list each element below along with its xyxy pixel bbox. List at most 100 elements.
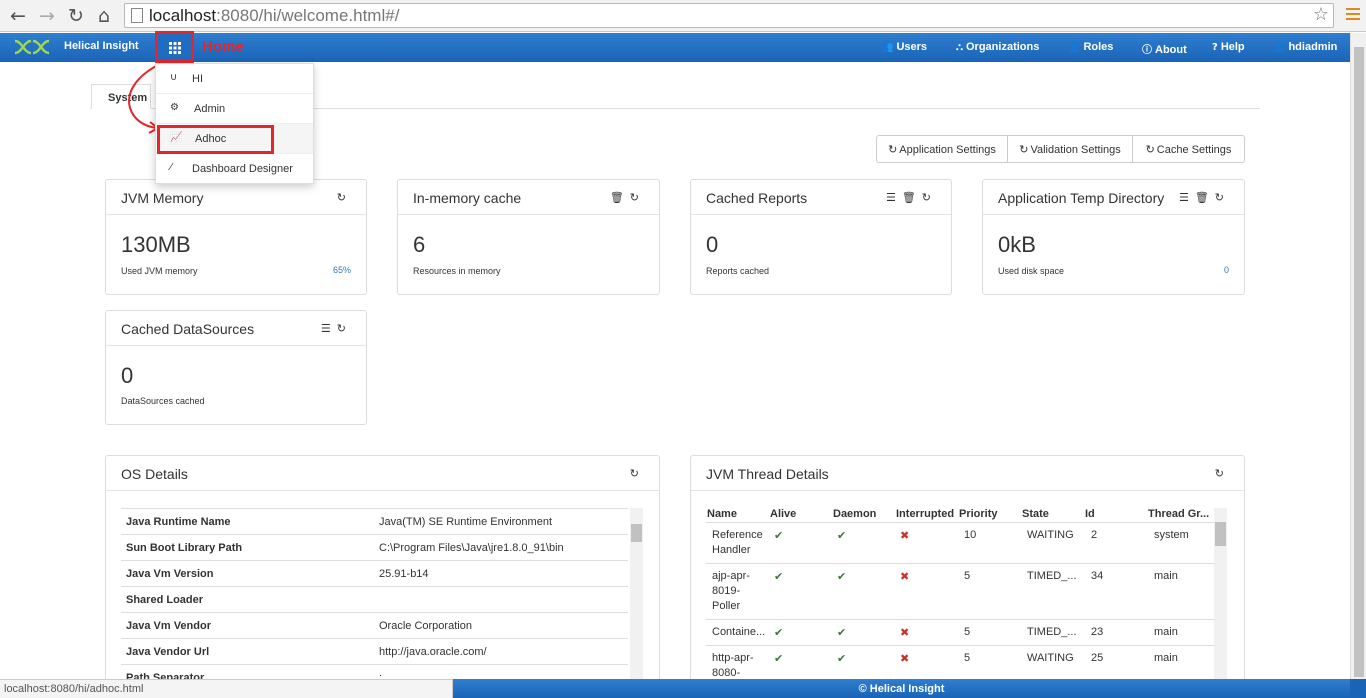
os-key: Java Runtime Name — [126, 516, 231, 528]
table-row: Shared Loader — [121, 586, 628, 612]
cross-icon: ✖ — [900, 652, 910, 665]
home-annotation: Home — [202, 38, 244, 55]
os-value: C:\Program Files\Java\jre1.8.0_91\bin — [379, 542, 564, 554]
refresh-icon[interactable]: ↻ — [1215, 191, 1230, 204]
app-navbar: Helical Insight Home 👥 Users ⛬ Organizatio… — [0, 31, 1350, 63]
refresh-icon[interactable]: ↻ — [1215, 467, 1230, 480]
table-row: Reference Handler ✔ ✔ ✖ 10 WAITING 2 system — [706, 522, 1214, 563]
refresh-icon[interactable]: ↻ — [922, 191, 937, 204]
temp-count: 0 — [1223, 265, 1229, 275]
table-row: Containe... ✔ ✔ ✖ 5 TIMED_... 23 main — [706, 619, 1214, 645]
menu-item-hi[interactable]: ∪ HI — [156, 64, 313, 94]
jvm-thread-panel: JVM Thread Details ↻ Name Alive Daemon I… — [690, 455, 1245, 695]
thread-name: ajp-apr-8019-Poller — [712, 570, 750, 612]
info-icon: ⓘ — [1142, 45, 1152, 56]
thread-group: main — [1154, 626, 1178, 638]
sitemap-icon: ⛬ — [956, 42, 963, 53]
menu-item-dashboard-designer[interactable]: ⁄ Dashboard Designer — [156, 154, 313, 184]
apps-menu-button[interactable] — [155, 31, 194, 63]
panel-caption: Used disk space — [998, 266, 1065, 276]
refresh-icon[interactable]: ↻ — [337, 191, 352, 204]
col-id[interactable]: Id — [1085, 508, 1095, 520]
trash-icon[interactable]: 🗑 — [610, 191, 630, 204]
panel-title: Cached Reports — [706, 190, 808, 206]
cached-reports-panel: Cached Reports ☰🗑↻ 0 Reports cached — [690, 179, 952, 295]
thread-priority: 5 — [964, 652, 971, 664]
reload-icon[interactable]: ↻ — [64, 4, 88, 28]
check-icon: ✔ — [837, 626, 847, 639]
cross-icon: ✖ — [900, 570, 910, 583]
refresh-icon[interactable]: ↻ — [337, 322, 352, 335]
list-icon[interactable]: ☰ — [886, 191, 902, 204]
col-daemon[interactable]: Daemon — [833, 508, 876, 520]
footer-corner — [1350, 679, 1366, 698]
magnet-icon: ∪ — [170, 72, 178, 83]
users-icon: 👥 — [881, 42, 894, 53]
temp-directory-panel: Application Temp Directory ☰🗑↻ 0kB Used … — [982, 179, 1245, 295]
table-row: Java Vm Vendor Oracle Corporation — [121, 612, 628, 638]
cogs-icon: ⚙ — [170, 102, 179, 113]
thread-state: WAITING — [1027, 529, 1074, 541]
thread-table-scrollbar[interactable] — [1214, 508, 1227, 694]
col-interrupted[interactable]: Interrupted — [896, 508, 954, 520]
trash-icon[interactable]: 🗑 — [1195, 191, 1215, 204]
cache-settings-button[interactable]: ↻ Cache Settings — [1133, 136, 1244, 162]
os-table-scrollbar[interactable] — [630, 508, 643, 694]
home-icon[interactable]: ⌂ — [92, 4, 116, 28]
col-alive[interactable]: Alive — [770, 508, 796, 520]
panel-title: In-memory cache — [413, 190, 522, 206]
browser-menu-icon[interactable] — [1346, 8, 1360, 23]
panel-title: Cached DataSources — [121, 321, 255, 337]
panel-title: OS Details — [121, 466, 188, 482]
panel-title: JVM Thread Details — [706, 466, 829, 482]
table-row: ajp-apr-8019-Poller ✔ ✔ ✖ 5 TIMED_... 34 main — [706, 563, 1214, 619]
forward-arrow-icon[interactable]: → — [35, 4, 59, 28]
os-value: 25.91-b14 — [379, 568, 429, 580]
address-bar[interactable]: localhost:8080/hi/welcome.html#/ ☆ — [124, 3, 1334, 28]
nav-roles[interactable]: 👤 Roles — [1068, 41, 1113, 53]
url-text: localhost:8080/hi/welcome.html#/ — [149, 6, 400, 25]
refresh-icon[interactable]: ↻ — [630, 467, 645, 480]
application-settings-button[interactable]: ↻ Application Settings — [877, 136, 1008, 162]
col-state[interactable]: State — [1022, 508, 1049, 520]
thread-name: http-apr-8080- — [712, 652, 754, 679]
page-scrollbar[interactable] — [1350, 33, 1366, 679]
menu-item-admin[interactable]: ⚙ Admin — [156, 94, 313, 124]
thread-id: 2 — [1091, 529, 1098, 541]
thread-group: main — [1154, 570, 1178, 582]
col-name[interactable]: Name — [707, 508, 737, 520]
check-icon: ✔ — [774, 652, 784, 665]
nav-about[interactable]: ⓘ About — [1142, 41, 1187, 56]
grid-icon — [169, 42, 181, 54]
check-icon: ✔ — [837, 652, 847, 665]
panel-caption: Resources in memory — [413, 266, 501, 276]
refresh-icon: ↻ — [888, 143, 898, 156]
bookmark-star-icon[interactable]: ☆ — [1313, 4, 1329, 25]
thread-table: Name Alive Daemon Interrupted Priority S… — [706, 508, 1214, 694]
nav-user[interactable]: 👤 hdiadmin — [1273, 41, 1337, 53]
page-icon — [131, 8, 143, 23]
list-icon[interactable]: ☰ — [1179, 191, 1195, 204]
check-icon: ✔ — [837, 529, 847, 542]
refresh-icon[interactable]: ↻ — [630, 191, 645, 204]
os-key: Shared Loader — [126, 594, 204, 606]
user-plus-icon: 👤 — [1068, 42, 1081, 53]
back-arrow-icon[interactable]: ← — [6, 4, 30, 28]
thread-name: Containe... — [712, 626, 766, 638]
col-thread-group[interactable]: Thread Gr... — [1148, 508, 1209, 520]
os-key: Sun Boot Library Path — [126, 542, 243, 554]
panel-value: 130MB — [121, 232, 191, 257]
thread-group: main — [1154, 652, 1178, 664]
brand-name[interactable]: Helical Insight — [64, 40, 139, 52]
nav-help[interactable]: ? Help — [1212, 41, 1245, 53]
settings-button-group: ↻ Application Settings ↻ Validation Settin… — [876, 135, 1245, 163]
thread-priority: 10 — [964, 529, 977, 541]
nav-users[interactable]: 👥 Users — [881, 41, 927, 53]
validation-settings-button[interactable]: ↻ Validation Settings — [1008, 136, 1133, 162]
check-icon: ✔ — [774, 626, 784, 639]
list-icon[interactable]: ☰ — [321, 322, 337, 335]
nav-organizations[interactable]: ⛬ Organizations — [956, 41, 1039, 53]
col-priority[interactable]: Priority — [959, 508, 998, 520]
refresh-icon: ↻ — [1019, 143, 1029, 156]
trash-icon[interactable]: 🗑 — [902, 191, 922, 204]
